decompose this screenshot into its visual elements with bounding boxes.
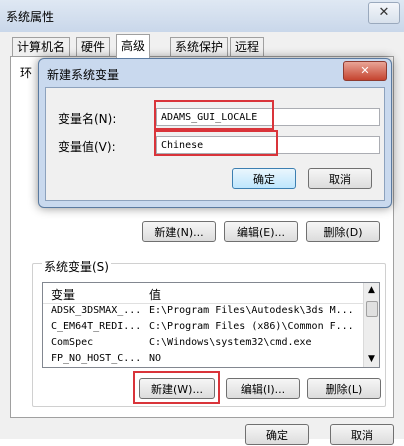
tab-system-protection[interactable]: 系统保护 (170, 37, 229, 57)
tab-advanced[interactable]: 高级 (116, 34, 151, 58)
tab-hardware[interactable]: 硬件 (76, 37, 111, 57)
system-variables-list[interactable]: 变量 值 ADSK_3DSMAX_... E:\Program Files\Au… (42, 282, 380, 368)
row-variable: ADSK_3DSMAX_... (51, 305, 142, 316)
column-header-variable[interactable]: 变量 (51, 286, 75, 303)
variable-value-label: 变量值(V): (58, 140, 116, 154)
system-var-delete-button[interactable]: 删除(L) (307, 378, 381, 399)
close-icon: ✕ (360, 64, 370, 77)
row-variable: C_EM64T_REDI... (51, 321, 142, 332)
row-value: C:\Windows\system32\cmd.exe (149, 337, 312, 348)
title-bar: 系统属性 ✕ (0, 0, 404, 32)
row-variable: ComSpec (51, 337, 94, 348)
dialog-cancel-button[interactable]: 取消 (308, 168, 372, 189)
dialog-title: 新建系统变量 (47, 68, 120, 82)
row-value: NO (149, 353, 162, 364)
close-button[interactable]: ✕ (368, 2, 400, 24)
system-var-edit-button[interactable]: 编辑(I)... (226, 378, 300, 399)
variable-name-label: 变量名(N): (58, 112, 117, 126)
scroll-down-icon[interactable]: ▼ (364, 352, 379, 367)
list-header: 变量 值 (43, 283, 365, 304)
tab-remote[interactable]: 远程 (230, 37, 265, 57)
system-variables-label: 系统变量(S) (42, 258, 111, 275)
cancel-button[interactable]: 取消 (330, 424, 394, 445)
column-header-value[interactable]: 值 (149, 286, 161, 303)
user-var-new-button[interactable]: 新建(N)... (142, 221, 216, 242)
window-title: 系统属性 (6, 10, 55, 24)
highlight-box (154, 100, 274, 130)
highlight-box (154, 130, 278, 156)
user-var-delete-button[interactable]: 删除(D) (306, 221, 380, 242)
row-value: E:\Program Files\Autodesk\3ds M... (149, 305, 354, 316)
highlight-box (133, 371, 220, 404)
dialog-ok-button[interactable]: 确定 (232, 168, 296, 189)
table-row[interactable]: ComSpec C:\Windows\system32\cmd.exe (43, 337, 365, 352)
close-icon: ✕ (378, 5, 390, 20)
row-variable: FP_NO_HOST_C... (51, 353, 142, 364)
dialog-close-button[interactable]: ✕ (343, 61, 387, 81)
new-system-variable-dialog: 新建系统变量 ✕ 变量名(N): ADAMS_GUI_LOCALE 变量值(V)… (38, 58, 392, 208)
tab-computer-name[interactable]: 计算机名 (12, 37, 71, 57)
table-row[interactable]: FP_NO_HOST_C... NO (43, 353, 365, 367)
partial-label: 环 (20, 66, 33, 80)
scroll-up-icon[interactable]: ▲ (364, 283, 379, 298)
row-value: C:\Program Files (x86)\Common F... (149, 321, 354, 332)
user-var-edit-button[interactable]: 编辑(E)... (224, 221, 298, 242)
ok-button[interactable]: 确定 (245, 424, 309, 445)
table-row[interactable]: ADSK_3DSMAX_... E:\Program Files\Autodes… (43, 305, 365, 320)
scroll-thumb[interactable] (366, 301, 378, 317)
table-row[interactable]: C_EM64T_REDI... C:\Program Files (x86)\C… (43, 321, 365, 336)
dialog-body: 变量名(N): ADAMS_GUI_LOCALE 变量值(V): Chinese… (45, 87, 385, 201)
vertical-scrollbar[interactable]: ▲ ▼ (363, 283, 379, 367)
